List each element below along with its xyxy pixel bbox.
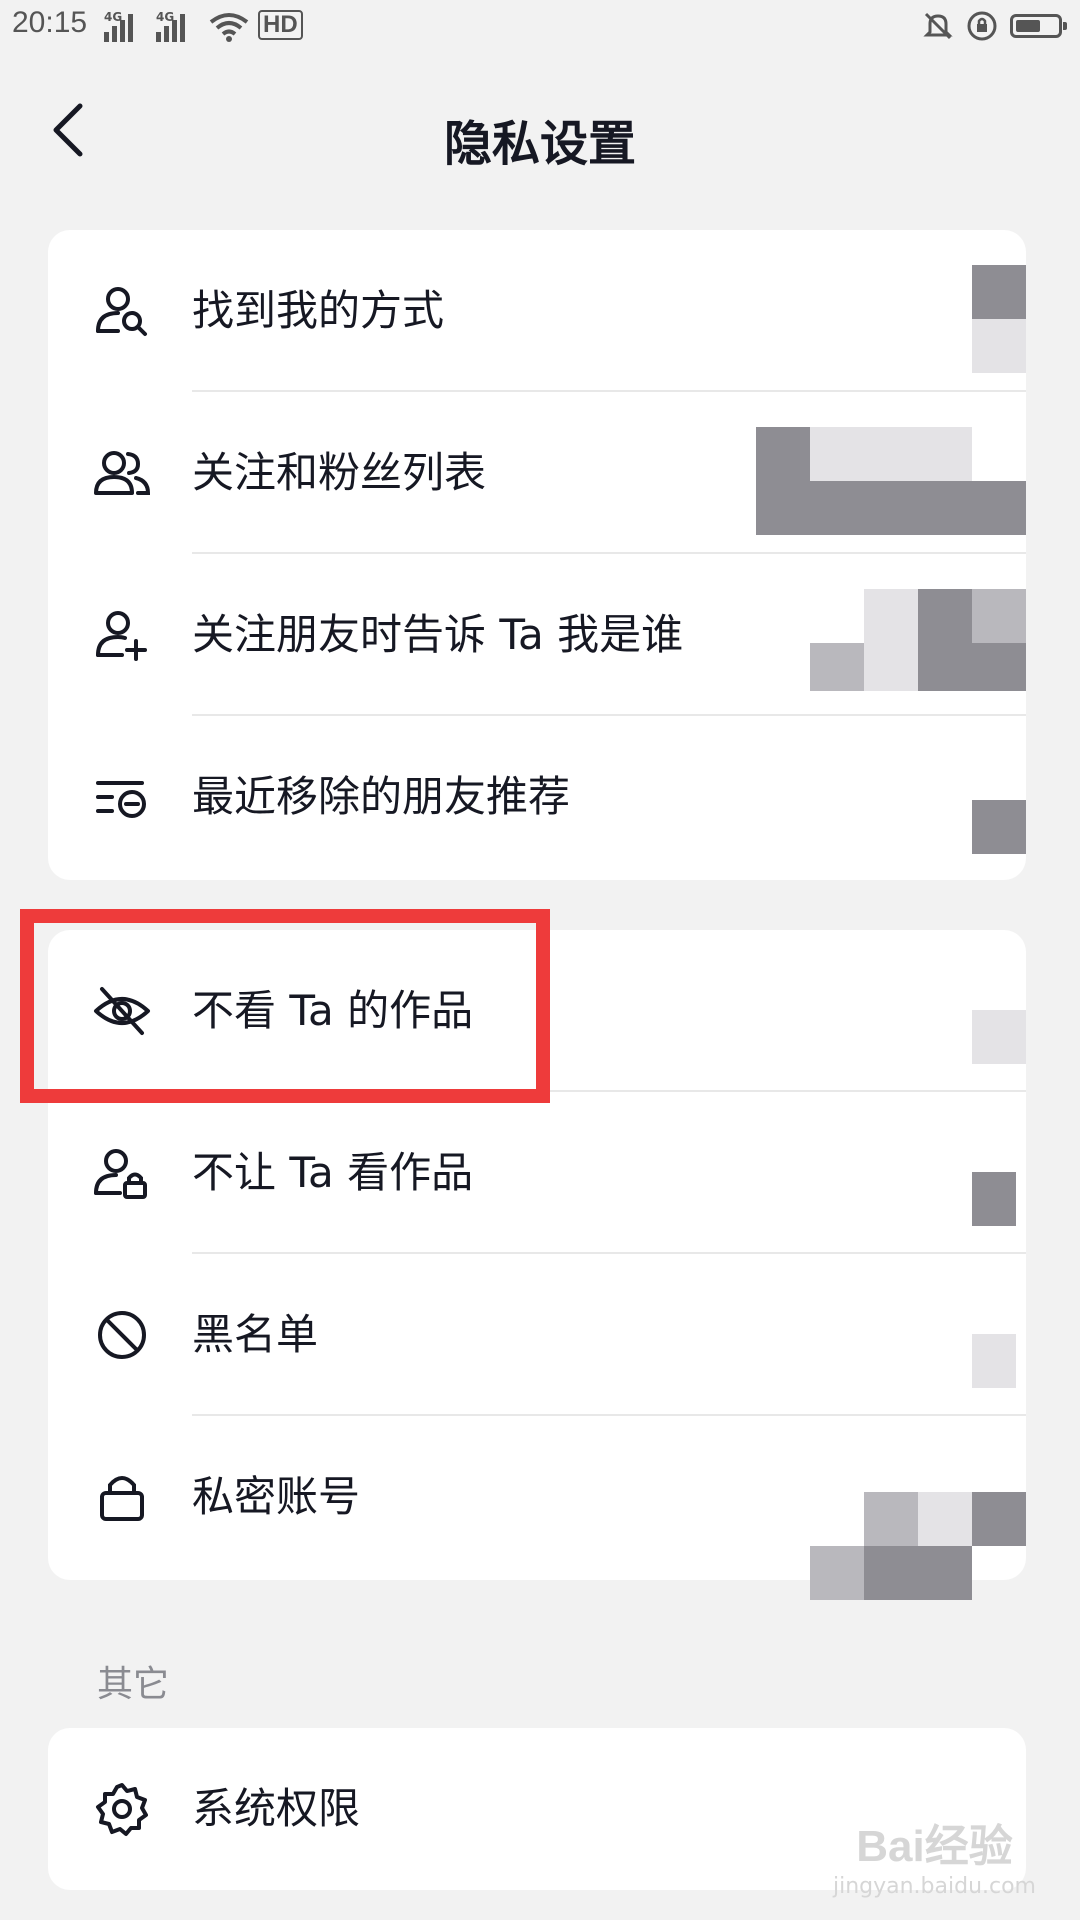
watermark-url: jingyan.baidu.com — [832, 1874, 1036, 1899]
people-icon — [94, 451, 151, 495]
watermark-logo: Bai经验 — [856, 1822, 1013, 1871]
signal-icon: 4G — [156, 10, 200, 42]
header: 隐私设置 — [0, 80, 1080, 180]
list-item-label: 最近移除的朋友推荐 — [192, 772, 571, 821]
network-type-label: 4G — [156, 10, 175, 24]
list-item-label: 找到我的方式 — [192, 286, 445, 335]
person-search-icon — [96, 287, 147, 336]
status-right-icons — [922, 10, 1067, 42]
list-item-label: 私密账号 — [192, 1472, 361, 1521]
list-item-block-viewing[interactable]: 不让 Ta 看作品 — [48, 1092, 1026, 1254]
bell-off-icon — [923, 12, 953, 40]
battery-icon — [1010, 14, 1067, 38]
page-title: 隐私设置 — [443, 116, 636, 172]
signal-icon: 4G — [104, 10, 148, 42]
status-time: 20:15 — [12, 6, 88, 39]
section-label-other: 其它 — [97, 1664, 170, 1705]
list-item-removed-recommend[interactable]: 最近移除的朋友推荐 — [48, 716, 1026, 878]
status-bar: 20:15 4G 4G HD — [0, 0, 1080, 56]
list-item-label: 关注和粉丝列表 — [192, 448, 487, 497]
highlight-box — [20, 909, 550, 1103]
block-icon — [98, 1311, 146, 1359]
list-remove-icon — [96, 781, 146, 818]
privacy-card-discovery: 找到我的方式 关注和粉丝列表 关注朋友时告诉 Ta 我是谁 最近移除的朋友推荐 — [48, 230, 1026, 880]
hd-icon: HD — [258, 10, 303, 40]
list-item-label: 系统权限 — [192, 1784, 361, 1833]
watermark: Bai经验 jingyan.baidu.com — [833, 1810, 1036, 1899]
list-item-blacklist[interactable]: 黑名单 — [48, 1254, 1026, 1416]
rotation-lock-icon — [967, 11, 997, 41]
wifi-icon — [209, 13, 249, 42]
network-type-label: 4G — [104, 10, 123, 24]
lock-icon — [100, 1476, 144, 1521]
person-lock-icon — [94, 1149, 147, 1199]
status-left-icons: 4G 4G HD — [104, 10, 303, 42]
gear-icon — [96, 1783, 148, 1836]
list-item-label: 关注朋友时告诉 Ta 我是谁 — [192, 610, 684, 659]
list-item-find-me[interactable]: 找到我的方式 — [48, 230, 1026, 392]
list-item-label: 不让 Ta 看作品 — [192, 1148, 474, 1197]
person-add-icon — [96, 611, 147, 661]
list-item-label: 黑名单 — [192, 1310, 319, 1359]
